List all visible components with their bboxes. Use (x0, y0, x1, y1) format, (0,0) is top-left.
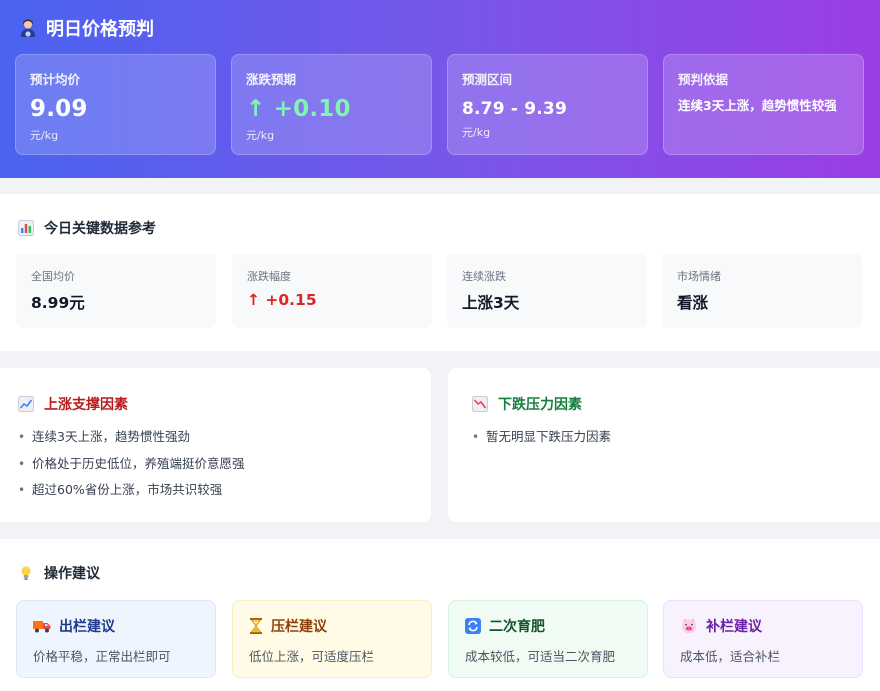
list-item: • 超过60%省份上涨，市场共识较强 (18, 477, 245, 504)
today-data-title-text: 今日关键数据参考 (44, 221, 156, 237)
stat-change-range: 涨跌幅度 ↑ +0.15 (232, 254, 432, 328)
truck-icon (33, 619, 51, 633)
forecast-price-value: 9.09 (30, 96, 88, 122)
trending-down-icon (472, 396, 488, 412)
advice-card-desc: 低位上涨，可适度压栏 (249, 649, 375, 664)
advice-card-sell: 出栏建议 价格平稳，正常出栏即可 (16, 600, 216, 678)
advice-card-title: 补栏建议 (706, 619, 762, 635)
advice-title-text: 操作建议 (44, 566, 100, 582)
forecast-price-unit: 元/kg (30, 129, 59, 142)
up-factor-text: 超过60%省份上涨，市场共识较强 (32, 482, 223, 497)
stat-label: 市场情绪 (677, 270, 721, 283)
forecast-change-unit: 元/kg (246, 129, 275, 142)
up-factors-title: 上涨支撑因素 (18, 394, 128, 414)
up-factors-list: • 连续3天上涨，趋势惯性强劲 • 价格处于历史低位，养殖端挺价意愿强 • 超过60%… (18, 424, 245, 504)
advice-title: 操作建议 (18, 563, 100, 583)
down-factors-title: 下跌压力因素 (472, 394, 582, 414)
cycle-icon (465, 618, 481, 634)
forecast-change-card: 涨跌预期 ↑ +0.10 元/kg (231, 54, 432, 155)
forecast-price-card: 预计均价 9.09 元/kg (15, 54, 216, 155)
forecast-change-value: ↑ +0.10 (246, 96, 351, 122)
stat-value: 8.99元 (31, 294, 85, 312)
forecast-price-label: 预计均价 (30, 72, 81, 87)
forecast-basis-label: 预判依据 (678, 72, 729, 87)
advice-card-title: 压栏建议 (271, 619, 327, 635)
list-item: • 连续3天上涨，趋势惯性强劲 (18, 424, 245, 451)
stat-label: 连续涨跌 (462, 270, 506, 283)
stat-label: 全国均价 (31, 270, 75, 283)
forecast-basis-card: 预判依据 连续3天上涨，趋势惯性较强 (663, 54, 864, 155)
advice-card-hold: 压栏建议 低位上涨，可适度压栏 (232, 600, 432, 678)
advice-card-desc: 价格平稳，正常出栏即可 (33, 649, 171, 664)
stat-label: 涨跌幅度 (247, 270, 291, 283)
stat-value: ↑ +0.15 (247, 291, 317, 309)
pig-icon (680, 618, 698, 634)
forecast-range-value: 8.79 - 9.39 (462, 99, 567, 119)
list-item: • 暂无明显下跌压力因素 (472, 424, 611, 451)
forecast-header: 明日价格预判 预计均价 9.09 元/kg 涨跌预期 ↑ +0.10 元/kg … (0, 0, 880, 178)
page-title-text: 明日价格预判 (46, 19, 154, 40)
advice-card-head: 补栏建议 (680, 616, 846, 636)
forecast-range-unit: 元/kg (462, 126, 491, 139)
list-item: • 价格处于历史低位，养殖端挺价意愿强 (18, 451, 245, 478)
stat-value: 看涨 (677, 294, 709, 312)
down-factors-title-text: 下跌压力因素 (498, 397, 582, 413)
forecast-range-label: 预测区间 (462, 72, 513, 87)
bar-chart-icon (18, 220, 34, 236)
today-data-title: 今日关键数据参考 (18, 218, 156, 238)
down-factors-list: • 暂无明显下跌压力因素 (472, 424, 611, 451)
forecast-basis-text: 连续3天上涨，趋势惯性较强 (678, 98, 837, 113)
forecast-change-label: 涨跌预期 (246, 72, 297, 87)
advice-card-head: 压栏建议 (249, 616, 415, 636)
forecast-range-card: 预测区间 8.79 - 9.39 元/kg (447, 54, 648, 155)
advice-card-desc: 成本较低，可适当二次育肥 (465, 649, 616, 664)
hourglass-icon (249, 618, 263, 634)
advice-card-desc: 成本低，适合补栏 (680, 649, 781, 664)
advice-card-title: 出栏建议 (59, 619, 115, 635)
stat-sentiment: 市场情绪 看涨 (662, 254, 862, 328)
advice-card-restock: 补栏建议 成本低，适合补栏 (663, 600, 863, 678)
up-factor-text: 价格处于历史低位，养殖端挺价意愿强 (32, 455, 245, 471)
advice-card-refatten: 二次育肥 成本较低，可适当二次育肥 (448, 600, 648, 678)
advice-card-head: 出栏建议 (33, 616, 199, 636)
up-factor-text: 连续3天上涨，趋势惯性强劲 (32, 429, 190, 444)
advice-card-title: 二次育肥 (489, 619, 545, 635)
trending-up-icon (18, 396, 34, 412)
advice-card-head: 二次育肥 (465, 616, 631, 636)
lightbulb-icon (18, 565, 34, 581)
stat-value: 上涨3天 (462, 294, 520, 312)
fortune-teller-icon (18, 18, 38, 38)
page-title: 明日价格预判 (18, 15, 154, 41)
down-factor-text: 暂无明显下跌压力因素 (486, 429, 612, 444)
stat-national-avg: 全国均价 8.99元 (16, 254, 216, 328)
stat-consecutive: 连续涨跌 上涨3天 (447, 254, 647, 328)
up-factors-title-text: 上涨支撑因素 (44, 397, 128, 413)
